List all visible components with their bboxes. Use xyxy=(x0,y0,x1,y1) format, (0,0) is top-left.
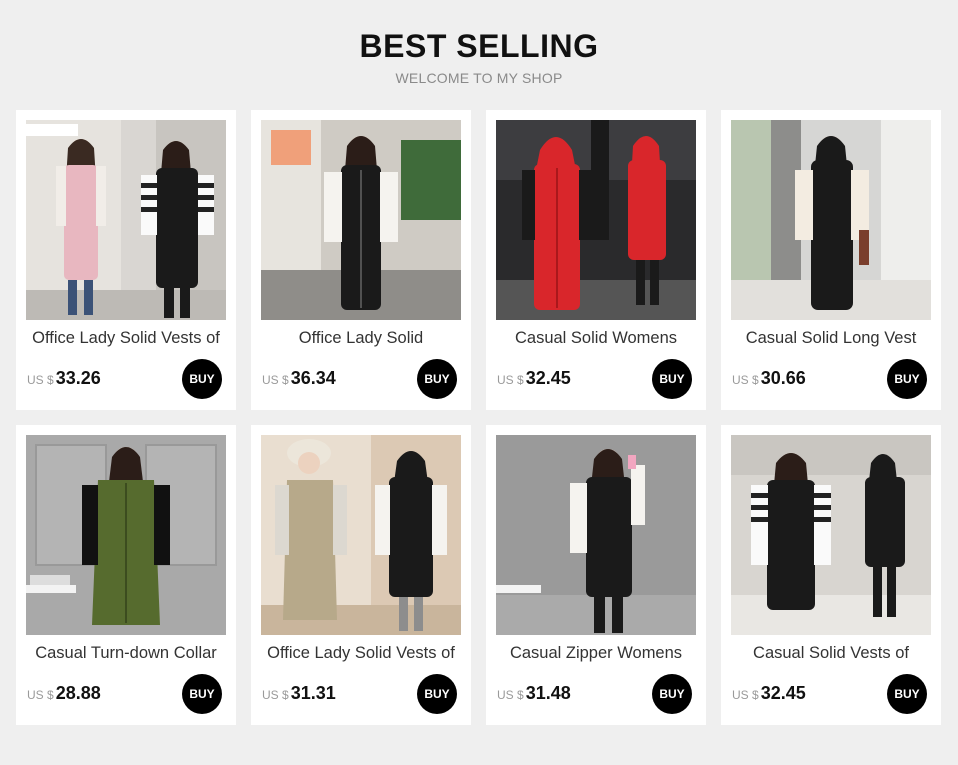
price-currency: US $ xyxy=(262,688,289,702)
product-name[interactable]: Casual Solid Womens xyxy=(492,329,700,351)
buy-button[interactable]: BUY xyxy=(652,674,692,714)
buy-button[interactable]: BUY xyxy=(417,674,457,714)
price-currency: US $ xyxy=(497,688,524,702)
product-name[interactable]: Office Lady Solid Vests of xyxy=(257,644,465,666)
price-amount: 31.48 xyxy=(525,683,571,703)
price-currency: US $ xyxy=(732,688,759,702)
price-currency: US $ xyxy=(262,373,289,387)
product-card[interactable]: Office Lady Solid Vests of US $31.31 BUY xyxy=(251,425,471,725)
product-card[interactable]: Office Lady Solid Vests of US $33.26 BUY xyxy=(16,110,236,410)
price-amount: 32.45 xyxy=(525,368,571,388)
product-card[interactable]: Casual Turn-down Collar US $28.88 BUY xyxy=(16,425,236,725)
product-name[interactable]: Casual Solid Vests of xyxy=(727,644,935,666)
product-card[interactable]: Casual Solid Long Vest US $30.66 BUY xyxy=(721,110,941,410)
product-image[interactable] xyxy=(731,120,931,320)
price-amount: 28.88 xyxy=(55,683,101,703)
product-image[interactable] xyxy=(26,435,226,635)
page-title: BEST SELLING xyxy=(359,28,599,64)
product-card[interactable]: Office Lady Solid US $36.34 BUY xyxy=(251,110,471,410)
buy-button[interactable]: BUY xyxy=(887,674,927,714)
price-amount: 33.26 xyxy=(55,368,101,388)
product-image[interactable] xyxy=(496,120,696,320)
product-name[interactable]: Casual Solid Long Vest xyxy=(727,329,935,351)
price-amount: 32.45 xyxy=(760,683,806,703)
product-name[interactable]: Office Lady Solid xyxy=(257,329,465,351)
price-amount: 31.31 xyxy=(290,683,336,703)
price-currency: US $ xyxy=(732,373,759,387)
price-amount: 36.34 xyxy=(290,368,336,388)
buy-button[interactable]: BUY xyxy=(652,359,692,399)
product-image[interactable] xyxy=(731,435,931,635)
buy-button[interactable]: BUY xyxy=(182,674,222,714)
product-grid: Office Lady Solid Vests of US $33.26 BUY… xyxy=(16,110,942,725)
product-image[interactable] xyxy=(496,435,696,635)
buy-button[interactable]: BUY xyxy=(182,359,222,399)
product-image[interactable] xyxy=(261,120,461,320)
product-card[interactable]: Casual Solid Womens US $32.45 BUY xyxy=(486,110,706,410)
price-currency: US $ xyxy=(497,373,524,387)
price-currency: US $ xyxy=(27,373,54,387)
product-image[interactable] xyxy=(261,435,461,635)
product-name[interactable]: Casual Zipper Womens xyxy=(492,644,700,666)
buy-button[interactable]: BUY xyxy=(887,359,927,399)
product-card[interactable]: Casual Solid Vests of US $32.45 BUY xyxy=(721,425,941,725)
buy-button[interactable]: BUY xyxy=(417,359,457,399)
page-subtitle: WELCOME TO MY SHOP xyxy=(395,70,563,86)
product-image[interactable] xyxy=(26,120,226,320)
product-name[interactable]: Office Lady Solid Vests of xyxy=(22,329,230,351)
product-name[interactable]: Casual Turn-down Collar xyxy=(22,644,230,666)
price-currency: US $ xyxy=(27,688,54,702)
price-amount: 30.66 xyxy=(760,368,806,388)
product-card[interactable]: Casual Zipper Womens US $31.48 BUY xyxy=(486,425,706,725)
